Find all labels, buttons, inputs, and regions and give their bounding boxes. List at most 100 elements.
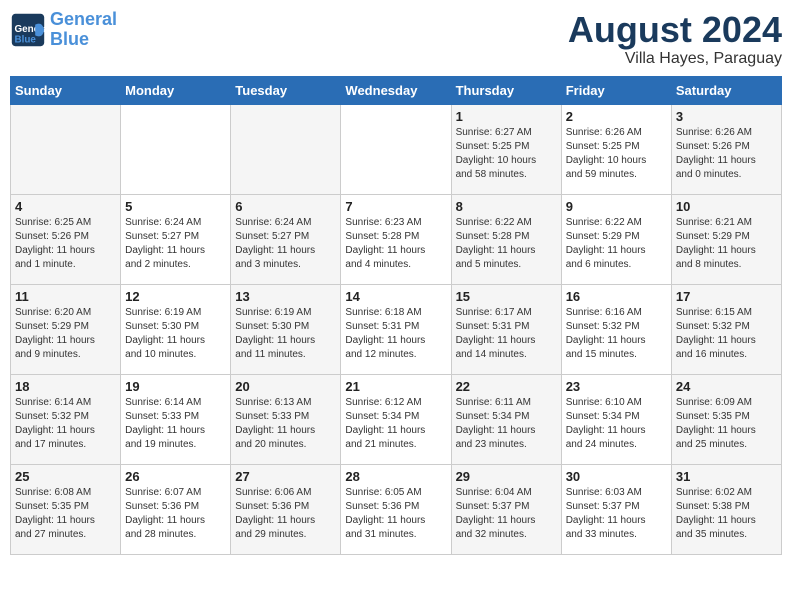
day-info: Sunrise: 6:14 AM Sunset: 5:32 PM Dayligh… <box>15 396 116 452</box>
logo-icon: General Blue <box>10 12 46 48</box>
day-info: Sunrise: 6:08 AM Sunset: 5:35 PM Dayligh… <box>15 486 116 542</box>
calendar-table: SundayMondayTuesdayWednesdayThursdayFrid… <box>10 76 782 555</box>
calendar-week-row: 4Sunrise: 6:25 AM Sunset: 5:26 PM Daylig… <box>11 194 782 284</box>
calendar-day-5: 5Sunrise: 6:24 AM Sunset: 5:27 PM Daylig… <box>121 194 231 284</box>
day-number: 7 <box>345 199 446 214</box>
day-number: 11 <box>15 289 116 304</box>
day-number: 3 <box>676 109 777 124</box>
calendar-day-16: 16 Sunrise: 6:16 AM Sunset: 5:32 PM Dayli… <box>561 284 671 374</box>
calendar-day-11: 11 Sunrise: 6:20 AM Sunset: 5:29 PM Dayli… <box>11 284 121 374</box>
calendar-day-28: 28 Sunrise: 6:05 AM Sunset: 5:36 PM Dayli… <box>341 464 451 554</box>
svg-text:Blue: Blue <box>15 34 37 45</box>
calendar-day-13: 13Sunrise: 6:19 AM Sunset: 5:30 PM Dayli… <box>231 284 341 374</box>
day-number: 15 <box>456 289 557 304</box>
calendar-day-20: 20 Sunrise: 6:13 AM Sunset: 5:33 PM Dayli… <box>231 374 341 464</box>
day-info: Sunrise: 6:27 AM Sunset: 5:25 PM Dayligh… <box>456 126 557 182</box>
day-number: 17 <box>676 289 777 304</box>
day-info: Sunrise: 6:26 AM Sunset: 5:25 PM Dayligh… <box>566 126 667 182</box>
calendar-day-3: 3 Sunrise: 6:26 AM Sunset: 5:26 PM Daylig… <box>671 104 781 194</box>
day-number: 23 <box>566 379 667 394</box>
calendar-day-12: 12 Sunrise: 6:19 AM Sunset: 5:30 PM Dayli… <box>121 284 231 374</box>
day-number: 25 <box>15 469 116 484</box>
day-info: Sunrise: 6:03 AM Sunset: 5:37 PM Dayligh… <box>566 486 667 542</box>
logo-text: General Blue <box>50 10 117 50</box>
calendar-day-17: 17 Sunrise: 6:15 AM Sunset: 5:32 PM Dayli… <box>671 284 781 374</box>
calendar-week-row: 1 Sunrise: 6:27 AM Sunset: 5:25 PM Daylig… <box>11 104 782 194</box>
calendar-day-9: 9 Sunrise: 6:22 AM Sunset: 5:29 PM Daylig… <box>561 194 671 284</box>
day-info: Sunrise: 6:13 AM Sunset: 5:33 PM Dayligh… <box>235 396 336 452</box>
calendar-empty-cell <box>231 104 341 194</box>
day-header-tuesday: Tuesday <box>231 76 341 104</box>
day-number: 6 <box>235 199 336 214</box>
day-number: 19 <box>125 379 226 394</box>
day-number: 14 <box>345 289 446 304</box>
day-info: Sunrise: 6:11 AM Sunset: 5:34 PM Dayligh… <box>456 396 557 452</box>
day-number: 1 <box>456 109 557 124</box>
calendar-day-10: 10 Sunrise: 6:21 AM Sunset: 5:29 PM Dayli… <box>671 194 781 284</box>
day-info: Sunrise: 6:15 AM Sunset: 5:32 PM Dayligh… <box>676 306 777 362</box>
month-title: August 2024 <box>568 10 782 50</box>
day-number: 9 <box>566 199 667 214</box>
calendar-header-row: SundayMondayTuesdayWednesdayThursdayFrid… <box>11 76 782 104</box>
day-info: Sunrise: 6:05 AM Sunset: 5:36 PM Dayligh… <box>345 486 446 542</box>
calendar-empty-cell <box>11 104 121 194</box>
day-number: 24 <box>676 379 777 394</box>
day-header-wednesday: Wednesday <box>341 76 451 104</box>
day-number: 30 <box>566 469 667 484</box>
day-number: 21 <box>345 379 446 394</box>
calendar-day-7: 7 Sunrise: 6:23 AM Sunset: 5:28 PM Daylig… <box>341 194 451 284</box>
day-info: Sunrise: 6:24 AM Sunset: 5:27 PM Dayligh… <box>235 216 336 272</box>
day-info: Sunrise: 6:24 AM Sunset: 5:27 PM Dayligh… <box>125 216 226 272</box>
logo: General Blue General Blue <box>10 10 117 50</box>
calendar-day-15: 15 Sunrise: 6:17 AM Sunset: 5:31 PM Dayli… <box>451 284 561 374</box>
calendar-day-25: 25 Sunrise: 6:08 AM Sunset: 5:35 PM Dayli… <box>11 464 121 554</box>
day-number: 4 <box>15 199 116 214</box>
calendar-day-14: 14Sunrise: 6:18 AM Sunset: 5:31 PM Dayli… <box>341 284 451 374</box>
day-header-monday: Monday <box>121 76 231 104</box>
day-number: 12 <box>125 289 226 304</box>
day-info: Sunrise: 6:20 AM Sunset: 5:29 PM Dayligh… <box>15 306 116 362</box>
calendar-day-30: 30 Sunrise: 6:03 AM Sunset: 5:37 PM Dayli… <box>561 464 671 554</box>
day-header-sunday: Sunday <box>11 76 121 104</box>
logo-general: General <box>50 9 117 29</box>
calendar-day-24: 24 Sunrise: 6:09 AM Sunset: 5:35 PM Dayli… <box>671 374 781 464</box>
location: Villa Hayes, Paraguay <box>568 50 782 68</box>
day-info: Sunrise: 6:16 AM Sunset: 5:32 PM Dayligh… <box>566 306 667 362</box>
calendar-day-26: 26Sunrise: 6:07 AM Sunset: 5:36 PM Dayli… <box>121 464 231 554</box>
day-number: 16 <box>566 289 667 304</box>
day-info: Sunrise: 6:17 AM Sunset: 5:31 PM Dayligh… <box>456 306 557 362</box>
calendar-week-row: 11 Sunrise: 6:20 AM Sunset: 5:29 PM Dayli… <box>11 284 782 374</box>
day-info: Sunrise: 6:12 AM Sunset: 5:34 PM Dayligh… <box>345 396 446 452</box>
day-number: 20 <box>235 379 336 394</box>
calendar-day-27: 27Sunrise: 6:06 AM Sunset: 5:36 PM Dayli… <box>231 464 341 554</box>
day-number: 13 <box>235 289 336 304</box>
calendar-week-row: 18 Sunrise: 6:14 AM Sunset: 5:32 PM Dayli… <box>11 374 782 464</box>
day-info: Sunrise: 6:19 AM Sunset: 5:30 PM Dayligh… <box>125 306 226 362</box>
day-number: 22 <box>456 379 557 394</box>
calendar-day-31: 31 Sunrise: 6:02 AM Sunset: 5:38 PM Dayli… <box>671 464 781 554</box>
day-info: Sunrise: 6:26 AM Sunset: 5:26 PM Dayligh… <box>676 126 777 182</box>
calendar-week-row: 25 Sunrise: 6:08 AM Sunset: 5:35 PM Dayli… <box>11 464 782 554</box>
day-number: 28 <box>345 469 446 484</box>
calendar-empty-cell <box>341 104 451 194</box>
calendar-day-23: 23 Sunrise: 6:10 AM Sunset: 5:34 PM Dayli… <box>561 374 671 464</box>
calendar-day-2: 2 Sunrise: 6:26 AM Sunset: 5:25 PM Daylig… <box>561 104 671 194</box>
day-info: Sunrise: 6:10 AM Sunset: 5:34 PM Dayligh… <box>566 396 667 452</box>
calendar-day-6: 6 Sunrise: 6:24 AM Sunset: 5:27 PM Daylig… <box>231 194 341 284</box>
day-info: Sunrise: 6:22 AM Sunset: 5:28 PM Dayligh… <box>456 216 557 272</box>
calendar-day-22: 22 Sunrise: 6:11 AM Sunset: 5:34 PM Dayli… <box>451 374 561 464</box>
day-info: Sunrise: 6:22 AM Sunset: 5:29 PM Dayligh… <box>566 216 667 272</box>
day-info: Sunrise: 6:21 AM Sunset: 5:29 PM Dayligh… <box>676 216 777 272</box>
day-header-thursday: Thursday <box>451 76 561 104</box>
day-number: 18 <box>15 379 116 394</box>
page-header: General Blue General Blue August 2024 Vi… <box>10 10 782 68</box>
day-number: 8 <box>456 199 557 214</box>
logo-blue: Blue <box>50 29 89 49</box>
day-number: 2 <box>566 109 667 124</box>
day-info: Sunrise: 6:09 AM Sunset: 5:35 PM Dayligh… <box>676 396 777 452</box>
day-header-friday: Friday <box>561 76 671 104</box>
day-info: Sunrise: 6:23 AM Sunset: 5:28 PM Dayligh… <box>345 216 446 272</box>
day-info: Sunrise: 6:02 AM Sunset: 5:38 PM Dayligh… <box>676 486 777 542</box>
day-number: 10 <box>676 199 777 214</box>
day-number: 31 <box>676 469 777 484</box>
